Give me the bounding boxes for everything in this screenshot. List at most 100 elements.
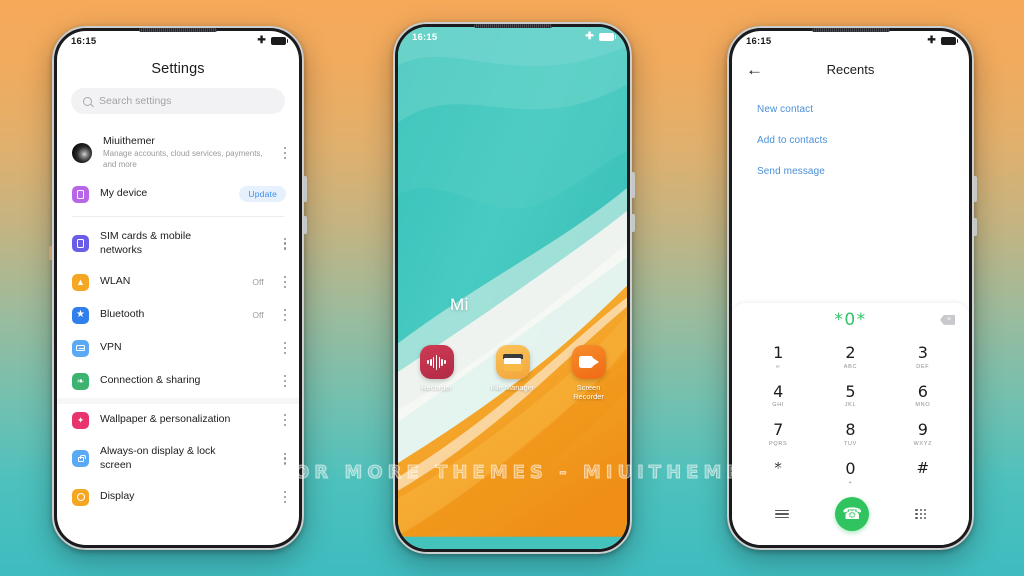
key-hash[interactable]: # [887,455,959,492]
sidebar-item-wlan[interactable]: ▲ WLAN Off [57,266,299,299]
battery-icon [599,33,616,41]
back-arrow-icon[interactable]: ← [746,61,766,78]
sidebar-item-bluetooth[interactable]: ★ Bluetooth Off [57,299,299,332]
settings-list: Miuithemer Manage accounts, cloud servic… [57,128,299,545]
key-letters: JKL [844,402,857,409]
more-options-icon[interactable] [283,237,286,250]
volume-button[interactable] [304,176,307,202]
app-label: Screen Recorder [573,383,604,402]
keypad-panel: *0* × 1 ∞ 2 ABC 3 DEF 4 GHI 5 JKL 6 MNO … [732,302,969,545]
bluetooth-icon: ★ [72,306,89,324]
power-button[interactable] [632,214,635,232]
key-digit: 1 [773,342,784,362]
sidebar-item-connection-sharing[interactable]: ❧ Connection & sharing [57,365,299,398]
sidebar-item-vpn[interactable]: VPN [57,332,299,365]
phone-left-settings: 16:15 ✚ Settings Search settings Miuithe… [49,26,307,550]
status-bar: 16:15 ✚ [732,31,969,51]
more-options-icon[interactable] [283,276,286,289]
status-icons: ✚ [927,35,958,46]
earpiece-grille [139,28,217,32]
key-digit: 5 [845,381,856,401]
power-button[interactable] [304,216,307,234]
key-digit: 4 [773,381,784,401]
keypad: 1 ∞ 2 ABC 3 DEF 4 GHI 5 JKL 6 MNO 7 PQRS… [732,335,969,492]
sidebar-item-sim-cards[interactable]: SIM cards & mobile networks [57,222,299,266]
key-7[interactable]: 7 PQRS [742,416,814,453]
key-0[interactable]: 0 + [814,455,886,492]
update-badge[interactable]: Update [239,186,286,203]
more-options-icon[interactable] [283,309,286,322]
battery-icon [941,37,958,45]
key-8[interactable]: 8 TUV [814,416,886,453]
more-options-icon[interactable] [283,342,286,355]
menu-icon[interactable] [775,509,790,519]
battery-icon [271,37,288,45]
key-2[interactable]: 2 ABC [814,339,886,376]
more-options-icon[interactable] [283,452,286,465]
device-icon [72,185,89,203]
link-new-contact[interactable]: New contact [757,94,944,125]
key-3[interactable]: 3 DEF [887,339,959,376]
app-screen-recorder[interactable]: Screen Recorder [561,345,617,402]
volume-button[interactable] [974,176,977,202]
status-bar: 16:15 ✚ [57,31,299,51]
divider [72,215,284,217]
side-button-left[interactable] [49,246,52,260]
dialer-header: ← Recents [732,51,969,90]
app-label: File Manager [490,383,535,392]
more-options-icon[interactable] [283,375,286,388]
volume-button[interactable] [632,172,635,198]
settings-row-account[interactable]: Miuithemer Manage accounts, cloud servic… [57,128,299,178]
key-4[interactable]: 4 GHI [742,378,814,415]
more-options-icon[interactable] [283,146,286,159]
key-digit: 8 [845,420,856,440]
account-subtitle: Manage accounts, cloud services, payment… [103,149,263,169]
key-5[interactable]: 5 JKL [814,378,886,415]
keypad-grid-icon[interactable] [915,508,926,520]
key-letters: ∞ [775,363,781,370]
dialer-actions: ☎ [732,492,969,541]
key-star[interactable]: * [742,455,814,492]
status-bar: 16:15 ✚ [398,27,627,47]
status-time: 16:15 [71,35,97,47]
key-letters: DEF [916,363,930,370]
settings-item-label: Display [100,490,135,503]
file-manager-icon [495,345,530,379]
airplane-icon: ✚ [257,35,266,46]
status-icons: ✚ [257,35,288,46]
airplane-icon: ✚ [927,35,936,46]
app-file-manager[interactable]: File Manager [485,345,541,402]
settings-item-label: VPN [100,341,122,354]
sidebar-item-always-on-display[interactable]: Always-on display & lock screen [57,437,299,481]
sidebar-item-my-device[interactable]: My device Update [57,178,299,211]
settings-item-label: SIM cards & mobile networks [100,230,192,256]
more-options-icon[interactable] [283,491,286,504]
sidebar-item-display[interactable]: Display [57,481,299,514]
key-digit: * [774,459,782,478]
phone-center-home: 16:15 ✚ Mi Recorder File Manager Screen … [393,22,635,554]
dialer-action-links: New contact Add to contacts Send message [732,90,969,187]
key-6[interactable]: 6 MNO [887,378,959,415]
key-digit: 9 [917,420,928,440]
link-add-to-contacts[interactable]: Add to contacts [757,125,944,156]
more-options-icon[interactable] [283,414,286,427]
power-button[interactable] [974,218,977,236]
recorder-icon [419,345,454,379]
link-send-message[interactable]: Send message [757,156,944,187]
phone-right-dialer: 16:15 ✚ ← Recents New contact Add to con… [727,26,977,550]
search-input[interactable]: Search settings [71,88,285,114]
settings-item-value: Off [252,310,264,321]
dialed-number[interactable]: *0* [748,310,953,330]
key-digit: 3 [917,342,928,362]
sidebar-item-wallpaper[interactable]: ✦ Wallpaper & personalization [57,404,299,437]
status-time: 16:15 [412,31,438,43]
wallpaper-image [398,27,627,537]
page-title: Settings [151,61,205,77]
key-1[interactable]: 1 ∞ [742,339,814,376]
key-9[interactable]: 9 WXYZ [887,416,959,453]
home-screen: 16:15 ✚ Mi Recorder File Manager Screen … [398,27,627,549]
key-digit: 2 [845,342,856,362]
call-icon[interactable]: ☎ [835,497,870,531]
app-recorder[interactable]: Recorder [409,345,465,402]
